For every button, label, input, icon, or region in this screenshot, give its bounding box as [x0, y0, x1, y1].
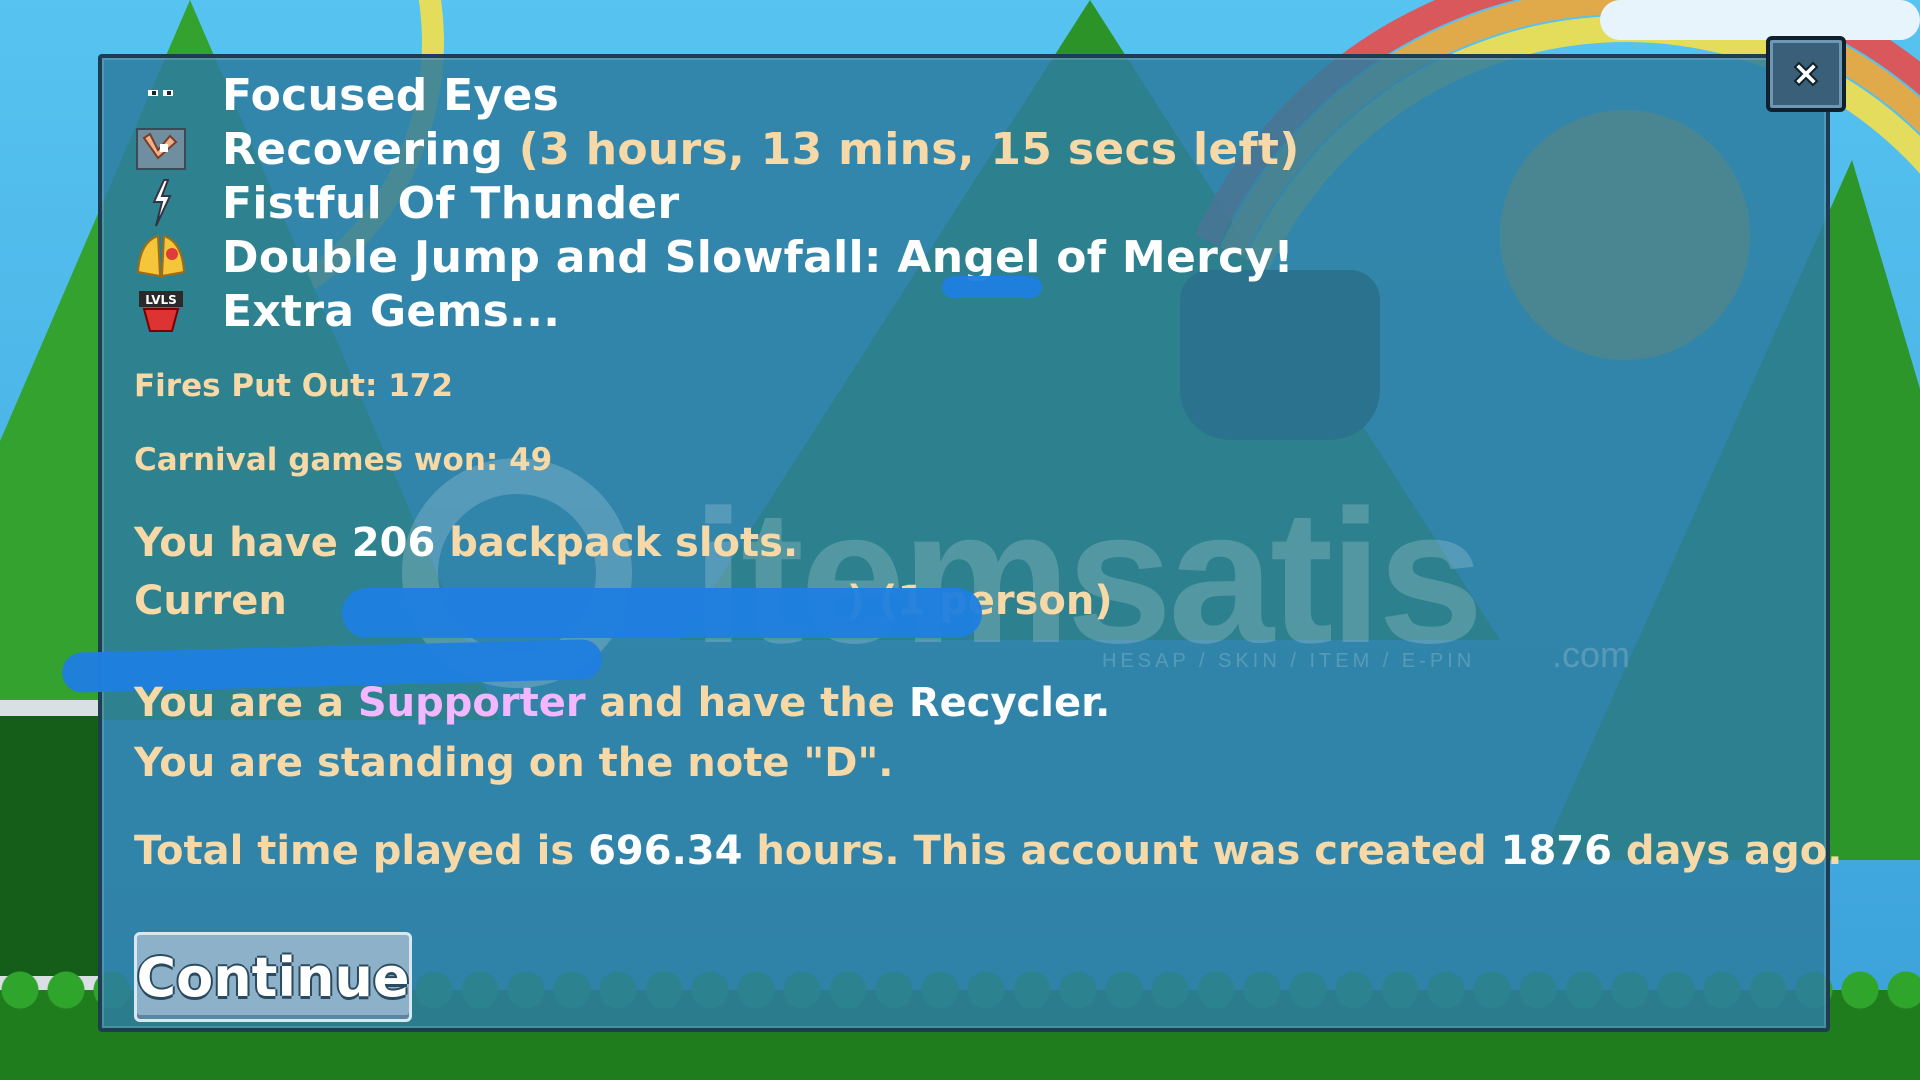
- buff-extra-gems: LVLS Extra Gems...: [134, 284, 560, 338]
- angel-wings-icon: [134, 232, 188, 282]
- close-icon: [1793, 61, 1819, 87]
- supporter-prefix: You are a: [134, 680, 358, 726]
- close-button[interactable]: [1766, 36, 1846, 112]
- note-standing: You are standing on the note "D".: [134, 740, 894, 786]
- redaction-scribble: [342, 588, 982, 638]
- buff-recovering: Recovering (3 hours, 13 mins, 15 secs le…: [134, 122, 1300, 176]
- backpack-count: 206: [351, 520, 436, 566]
- account-age-days: 1876: [1500, 828, 1612, 874]
- supporter-middle: and have the: [585, 680, 909, 726]
- current-world-start: Curren: [134, 578, 287, 624]
- recovery-timer-end: left): [1192, 123, 1300, 175]
- pipe: [0, 700, 100, 992]
- buff-label: Double Jump and Slowfall: Angel of Mercy…: [222, 231, 1294, 283]
- lvl-badge-text: LVLS: [145, 293, 177, 307]
- playtime-hours: 696.34: [588, 828, 743, 874]
- lvl-badge-icon: LVLS: [134, 286, 188, 336]
- playtime-prefix: Total time played is: [134, 828, 589, 874]
- playtime-suffix: days ago.: [1611, 828, 1843, 874]
- buff-focused-eyes: Focused Eyes: [134, 68, 559, 122]
- player-info-dialog: itemsatis HESAP / SKIN / ITEM / E-PIN .c…: [61, 54, 1842, 1032]
- bandage-arm-icon: [134, 124, 188, 174]
- buff-label: Fistful Of Thunder: [222, 177, 680, 229]
- supporter-suffix: .: [1095, 680, 1111, 726]
- eyes-icon: [134, 70, 188, 120]
- buff-label: Focused Eyes: [222, 69, 560, 121]
- continue-button[interactable]: Continue: [134, 932, 412, 1022]
- buff-label: Recovering: [222, 123, 504, 175]
- recovery-timer: (3 hours, 13 mins, 15 secs: [518, 123, 1178, 175]
- supporter-label: Supporter: [357, 680, 586, 726]
- carnival-games-won: Carnival games won: 49: [134, 442, 553, 478]
- playtime-middle: hours. This account was created: [742, 828, 1501, 874]
- buff-fistful-of-thunder: Fistful Of Thunder: [134, 176, 680, 230]
- supporter-status: You are a Supporter and have the Recycle…: [134, 680, 1110, 726]
- buff-label: Extra Gems...: [222, 285, 561, 337]
- redaction-scribble: [942, 276, 1042, 298]
- fires-put-out: Fires Put Out: 172: [134, 368, 453, 404]
- recycler-label: Recycler: [908, 680, 1096, 726]
- buff-angel-of-mercy: Double Jump and Slowfall: Angel of Mercy…: [134, 230, 1294, 284]
- backpack-slots: You have 206 backpack slots.: [134, 520, 798, 566]
- lightning-icon: [134, 178, 188, 228]
- cloud: [1600, 0, 1920, 40]
- dialog-content: Focused Eyes Recovering (3 hours, 13 min…: [61, 58, 1842, 1028]
- playtime-info: Total time played is 696.34 hours. This …: [134, 828, 1842, 874]
- backpack-prefix: You have: [134, 520, 352, 566]
- backpack-suffix: backpack slots.: [435, 520, 799, 566]
